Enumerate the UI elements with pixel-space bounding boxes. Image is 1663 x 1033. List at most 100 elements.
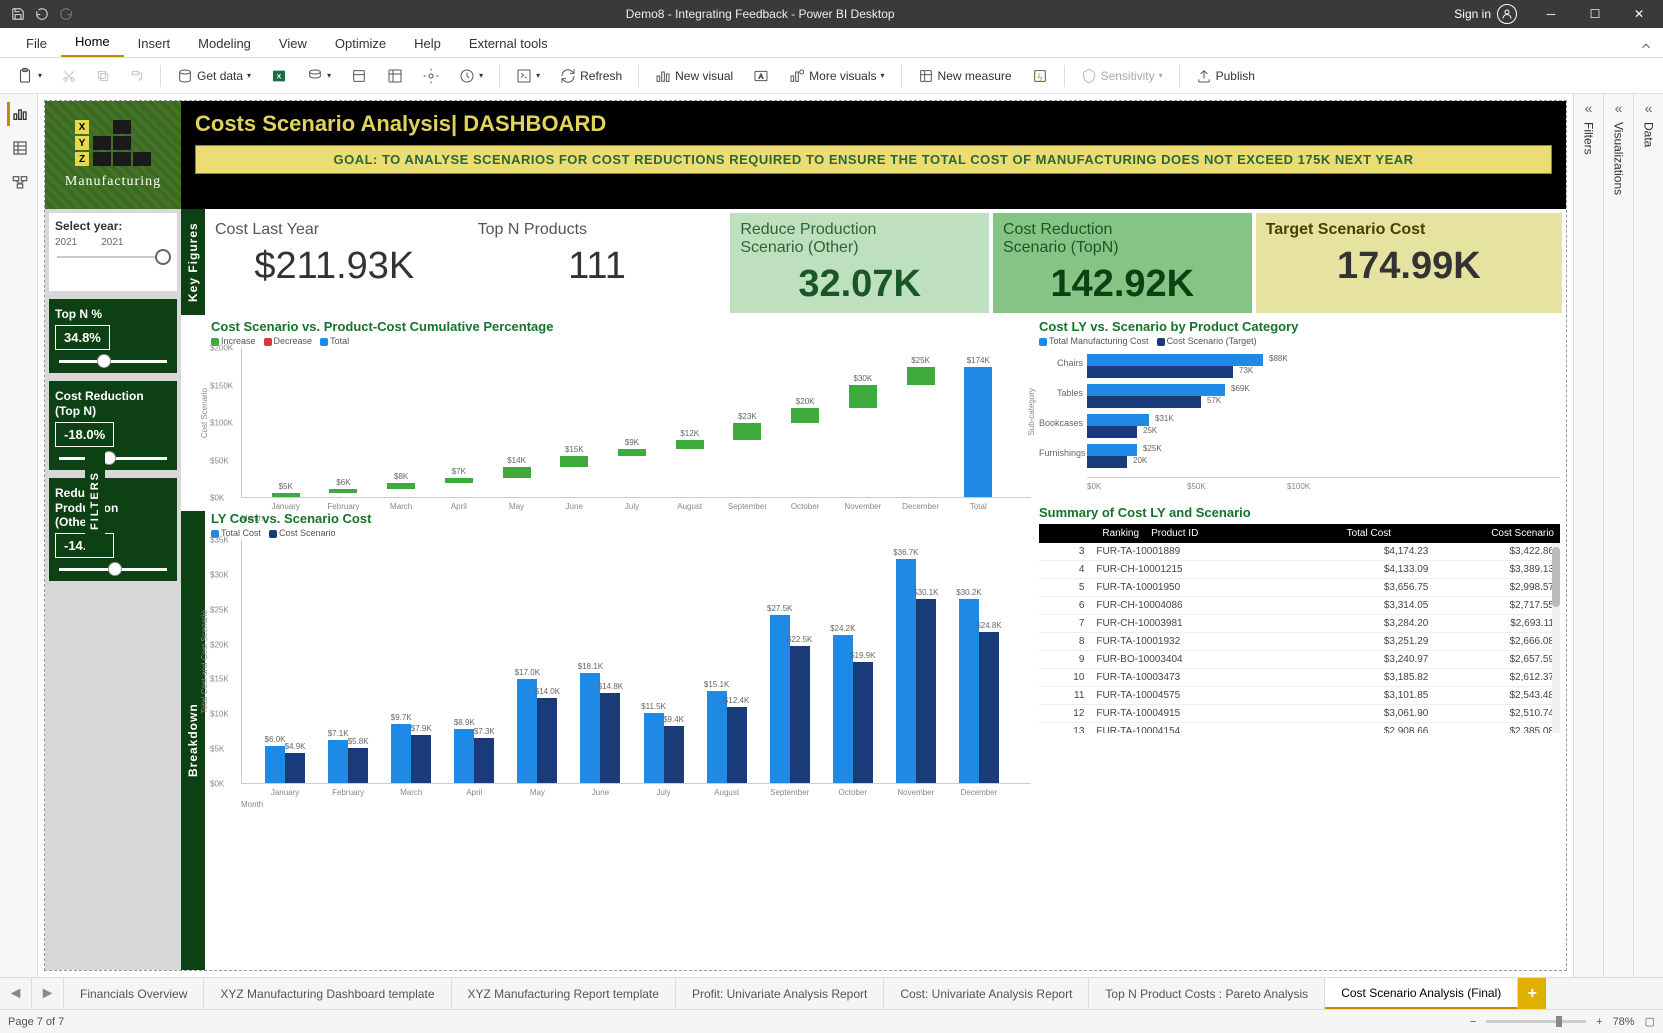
grouped-bar-chart[interactable]: LY Cost vs. Scenario Cost Total Cost Cos…	[211, 511, 1031, 801]
page-prev-icon[interactable]: ◄	[0, 978, 32, 1009]
dashboard-header: Costs Scenario Analysis| DASHBOARD GOAL:…	[181, 101, 1566, 209]
titlebar: Demo8 - Integrating Feedback - Power BI …	[0, 0, 1663, 28]
filters-sidebar: Select year: 20212021 Top N % 34.8% Cost…	[45, 209, 181, 970]
transformdata-button[interactable]: ▾	[508, 64, 548, 88]
tab-help[interactable]: Help	[400, 30, 455, 57]
waterfall-chart[interactable]: Cost Scenario vs. Product-Cost Cumulativ…	[211, 319, 1031, 507]
reduceproduction-slicer[interactable]: ReduceProduction(Other) -14.8%	[49, 478, 177, 581]
scrollbar-thumb[interactable]	[1552, 547, 1560, 607]
kpi-cost-last-year[interactable]: Cost Last Year $211.93K	[205, 213, 464, 313]
kpi-reduce-topn[interactable]: Cost ReductionScenario (TopN) 142.92K	[993, 213, 1252, 313]
model-view-icon[interactable]	[7, 170, 31, 194]
undo-icon[interactable]	[32, 4, 52, 24]
page-tab[interactable]: XYZ Manufacturing Dashboard template	[204, 978, 451, 1009]
excel-button[interactable]: X	[263, 64, 295, 88]
page-tab[interactable]: XYZ Manufacturing Report template	[452, 978, 676, 1009]
tab-modeling[interactable]: Modeling	[184, 30, 265, 57]
sqlserver-button[interactable]	[343, 64, 375, 88]
morevisuals-button[interactable]: More visuals▾	[781, 64, 892, 88]
tab-file[interactable]: File	[12, 30, 61, 57]
chart-legend: Total Cost Cost Scenario	[211, 528, 1031, 538]
newmeasure-button[interactable]: New measure	[910, 64, 1020, 88]
zoom-slider[interactable]	[1486, 1020, 1586, 1023]
report-view-icon[interactable]	[7, 102, 31, 126]
redo-icon[interactable]	[56, 4, 76, 24]
sensitivity-button[interactable]: Sensitivity▾	[1073, 64, 1171, 88]
kpi-target-scenario[interactable]: Target Scenario Cost 174.99K	[1256, 213, 1562, 313]
company-logo: XYZ Manufacturing	[45, 101, 181, 209]
save-icon[interactable]	[8, 4, 28, 24]
slider-track[interactable]	[57, 256, 169, 258]
table-row[interactable]: 5FUR-TA-10001950$3,656.75$2,998.57	[1039, 579, 1560, 597]
textbox-button[interactable]: A	[745, 64, 777, 88]
costreduction-slicer[interactable]: Cost Reduction(Top N) -18.0%	[49, 381, 177, 470]
table-row[interactable]: 6FUR-CH-10004086$3,314.05$2,717.55	[1039, 597, 1560, 615]
signin-button[interactable]: Sign in	[1444, 4, 1527, 24]
maximize-button[interactable]: ☐	[1575, 0, 1615, 28]
dashboard-goal: GOAL: TO ANALYSE SCENARIOS FOR COST REDU…	[195, 145, 1552, 174]
topn-slicer[interactable]: Top N % 34.8%	[49, 299, 177, 373]
fit-to-page-icon[interactable]: ▢	[1645, 1015, 1655, 1028]
breakdown-label: Breakdown	[181, 511, 205, 970]
zoom-in-icon[interactable]: +	[1596, 1016, 1602, 1028]
slider-handle[interactable]	[97, 354, 111, 368]
datahub-button[interactable]: ▾	[299, 64, 339, 88]
table-row[interactable]: 7FUR-CH-10003981$3,284.20$2,693.11	[1039, 615, 1560, 633]
table-row[interactable]: 10FUR-TA-10003473$3,185.82$2,612.37	[1039, 669, 1560, 687]
visualizations-pane[interactable]: « Visualizations	[1603, 94, 1633, 977]
table-row[interactable]: 3FUR-TA-10001889$4,174.23$3,422.86	[1039, 543, 1560, 561]
kpi-reduce-other[interactable]: Reduce ProductionScenario (Other) 32.07K	[730, 213, 989, 313]
page-tab[interactable]: Financials Overview	[64, 978, 204, 1009]
page-tab[interactable]: Top N Product Costs : Pareto Analysis	[1089, 978, 1325, 1009]
zoom-out-icon[interactable]: −	[1470, 1016, 1476, 1028]
slider-track[interactable]	[59, 457, 167, 460]
recentsources-button[interactable]: ▾	[451, 64, 491, 88]
kpi-topn-products[interactable]: Top N Products 111	[468, 213, 727, 313]
filters-pane[interactable]: « Filters	[1573, 94, 1603, 977]
getdata-button[interactable]: Get data▾	[169, 64, 259, 88]
slider-handle[interactable]	[108, 562, 122, 576]
slider-track[interactable]	[59, 568, 167, 571]
copy-button[interactable]	[88, 65, 118, 87]
table-row[interactable]: 9FUR-BO-10003404$3,240.97$2,657.59	[1039, 651, 1560, 669]
quickmeasure-button[interactable]	[1024, 64, 1056, 88]
enterdata-button[interactable]	[379, 64, 411, 88]
table-row[interactable]: 13FUR-TA-10004154$2,908.66$2,385.08	[1039, 723, 1560, 734]
summary-table[interactable]: Summary of Cost LY and Scenario RankingP…	[1039, 505, 1560, 966]
add-page-button[interactable]: +	[1518, 978, 1546, 1009]
tab-insert[interactable]: Insert	[124, 30, 185, 57]
year-slicer[interactable]: Select year: 20212021	[49, 213, 177, 291]
table-row[interactable]: 4FUR-CH-10001215$4,133.09$3,389.13	[1039, 561, 1560, 579]
tab-externaltools[interactable]: External tools	[455, 30, 562, 57]
data-view-icon[interactable]	[7, 136, 31, 160]
table-row[interactable]: 8FUR-TA-10001932$3,251.29$2,666.08	[1039, 633, 1560, 651]
tab-optimize[interactable]: Optimize	[321, 30, 400, 57]
newvisual-button[interactable]: New visual	[647, 64, 741, 88]
format-painter-button[interactable]	[122, 65, 152, 87]
hbar-chart[interactable]: Cost LY vs. Scenario by Product Category…	[1039, 319, 1560, 503]
scrollbar[interactable]	[1552, 543, 1560, 733]
paste-button[interactable]: ▾	[8, 63, 50, 89]
minimize-button[interactable]: ─	[1531, 0, 1571, 28]
collapse-ribbon-icon[interactable]	[1629, 35, 1663, 57]
slider-track[interactable]	[59, 360, 167, 363]
refresh-button[interactable]: Refresh	[552, 64, 630, 88]
page-tab[interactable]: Profit: Univariate Analysis Report	[676, 978, 884, 1009]
table-row[interactable]: 11FUR-TA-10004575$3,101.85$2,543.48	[1039, 687, 1560, 705]
close-button[interactable]: ✕	[1619, 0, 1659, 28]
cut-button[interactable]	[54, 65, 84, 87]
page-tab[interactable]: Cost: Univariate Analysis Report	[884, 978, 1089, 1009]
publish-button[interactable]: Publish	[1188, 64, 1263, 88]
tab-home[interactable]: Home	[61, 28, 124, 57]
tab-view[interactable]: View	[265, 30, 321, 57]
logo-text: Manufacturing	[65, 174, 161, 190]
table-row[interactable]: 12FUR-TA-10004915$3,061.90$2,510.74	[1039, 705, 1560, 723]
slider-handle[interactable]	[155, 249, 171, 265]
page-tabs: ◄ ► Financials OverviewXYZ Manufacturing…	[0, 977, 1663, 1009]
report-page[interactable]: XYZ Manufacturing Costs Scenario Analysi…	[44, 100, 1567, 971]
chevron-left-icon: «	[1585, 100, 1593, 116]
page-tab[interactable]: Cost Scenario Analysis (Final)	[1325, 978, 1518, 1009]
page-next-icon[interactable]: ►	[32, 978, 64, 1009]
dataverse-button[interactable]	[415, 64, 447, 88]
data-pane[interactable]: « Data	[1633, 94, 1663, 977]
